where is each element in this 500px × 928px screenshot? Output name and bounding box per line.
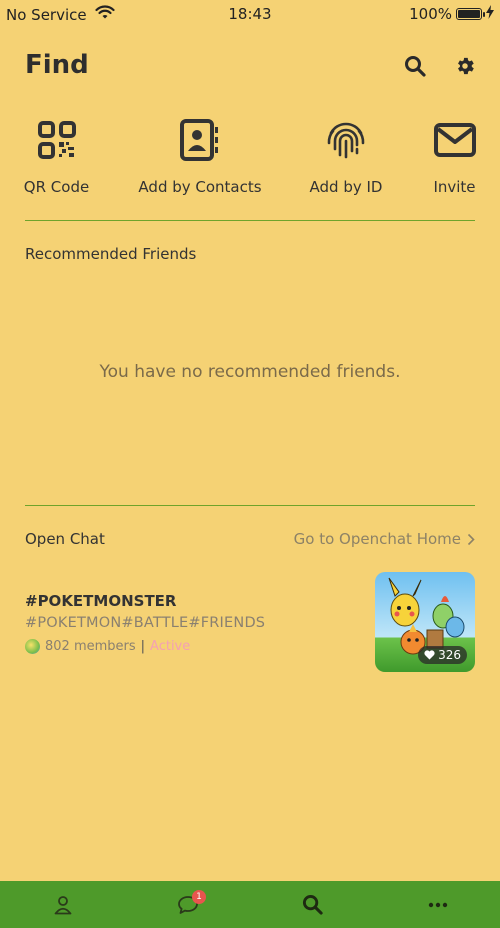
divider xyxy=(25,220,475,221)
like-count-badge: 326 xyxy=(418,646,467,664)
search-icon xyxy=(302,894,323,915)
page-title: Find xyxy=(25,50,89,80)
qr-code-icon xyxy=(37,118,76,162)
fingerprint-icon xyxy=(325,118,367,162)
empty-recommendations-message: You have no recommended friends. xyxy=(99,362,401,382)
room-members: 802 members xyxy=(45,639,136,654)
room-tags: #POKETMON#BATTLE#FRIENDS xyxy=(25,615,266,631)
bottom-tab-bar: 1 xyxy=(0,881,500,928)
openchat-room-item[interactable]: #POKETMONSTER #POKETMON#BATTLE#FRIENDS 8… xyxy=(25,572,475,672)
qr-code-action[interactable]: QR Code xyxy=(23,118,90,196)
chevron-right-icon xyxy=(467,533,475,545)
more-dots-icon xyxy=(428,902,447,907)
room-meta: 802 members | Active xyxy=(25,639,190,654)
room-status: Active xyxy=(150,639,191,654)
settings-button[interactable] xyxy=(453,54,477,78)
openchat-home-label: Go to Openchat Home xyxy=(293,530,461,548)
battery-percent: 100% xyxy=(409,5,452,23)
gear-icon xyxy=(458,57,474,75)
tab-chats[interactable]: 1 xyxy=(125,881,250,928)
person-icon xyxy=(54,895,71,914)
recommended-friends-title: Recommended Friends xyxy=(25,245,197,263)
battery-icon xyxy=(456,8,485,20)
room-thumbnail[interactable]: 326 xyxy=(375,572,475,672)
tab-profile[interactable] xyxy=(0,881,125,928)
add-by-id-action[interactable]: Add by ID xyxy=(309,118,383,196)
add-by-contacts-action[interactable]: Add by Contacts xyxy=(138,118,262,196)
quick-actions: QR Code Add by Contacts Add by ID Invite xyxy=(23,118,476,200)
qr-code-label: QR Code xyxy=(23,178,90,196)
unread-badge: 1 xyxy=(192,890,206,904)
tab-find[interactable] xyxy=(250,881,375,928)
charging-icon xyxy=(486,5,494,23)
add-by-contacts-label: Add by Contacts xyxy=(138,178,262,196)
divider xyxy=(25,505,475,506)
status-bar: No Service 18:43 100% xyxy=(0,0,500,28)
openchat-home-link[interactable]: Go to Openchat Home xyxy=(294,530,475,548)
tab-more[interactable] xyxy=(375,881,500,928)
search-icon xyxy=(405,56,426,77)
search-button[interactable] xyxy=(403,54,427,78)
invite-label: Invite xyxy=(433,178,476,196)
room-name: #POKETMONSTER xyxy=(25,592,177,610)
page-header: Find xyxy=(25,50,475,86)
add-by-id-label: Add by ID xyxy=(309,178,383,196)
heart-icon xyxy=(424,650,435,660)
open-chat-title: Open Chat xyxy=(25,530,105,548)
like-count: 326 xyxy=(438,648,461,662)
room-mini-avatar xyxy=(25,639,40,654)
meta-separator: | xyxy=(140,639,146,654)
envelope-icon xyxy=(433,118,476,162)
contacts-book-icon xyxy=(180,118,220,162)
invite-action[interactable]: Invite xyxy=(433,118,476,196)
